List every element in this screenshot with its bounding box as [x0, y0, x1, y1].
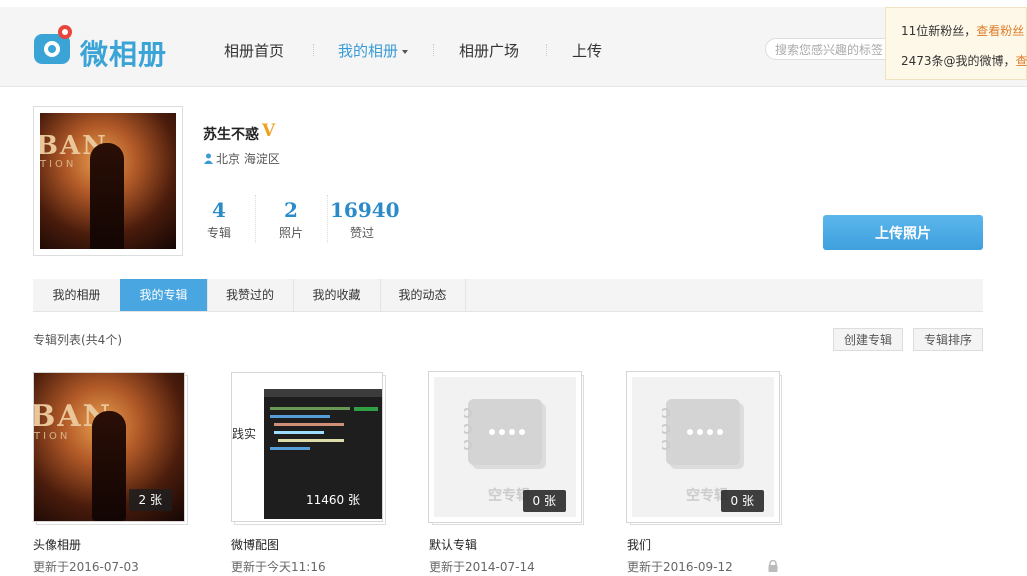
cover-poster-subtitle: TION: [34, 431, 71, 442]
album-date: 更新于2014-07-14: [429, 560, 535, 574]
album-cover: 践实 11460 张: [231, 372, 383, 522]
poster-figure: [90, 143, 124, 249]
album-date: 更新于2016-09-12: [627, 560, 733, 574]
cover-text: 践实: [232, 427, 257, 441]
nav-separator: [313, 44, 315, 56]
stat-likes[interactable]: 16940 赞过: [330, 198, 400, 241]
tab-favorites[interactable]: 我的收藏: [293, 279, 381, 311]
album-cover: BAN TION 2 张: [33, 372, 185, 522]
stat-albums[interactable]: 4 专辑: [200, 198, 238, 241]
nav-album-square[interactable]: 相册广场: [459, 40, 519, 61]
top-strip: [0, 0, 1027, 7]
tab-my-albums[interactable]: 我的相册: [33, 279, 121, 311]
notify-mentions: 2473条@我的微博，查看: [901, 52, 1027, 69]
upload-photo-button[interactable]: 上传照片: [823, 215, 983, 250]
nav-separator: [546, 44, 548, 56]
nav-upload[interactable]: 上传: [572, 40, 602, 61]
stat-likes-label: 赞过: [349, 226, 374, 240]
sort-albums-button[interactable]: 专辑排序: [913, 328, 983, 351]
tab-liked[interactable]: 我赞过的: [207, 279, 294, 311]
avatar-image: BAN TION: [40, 113, 176, 249]
album-card[interactable]: 空专辑 0 张: [428, 371, 585, 525]
album-name[interactable]: 默认专辑: [429, 536, 477, 553]
album-list-title: 专辑列表(共4个): [33, 333, 122, 347]
verified-badge-icon: V: [262, 121, 276, 141]
tab-my-collections[interactable]: 我的专辑: [120, 279, 208, 311]
stat-albums-num: 4: [212, 198, 226, 222]
album-name[interactable]: 头像相册: [33, 536, 81, 553]
poster-figure: [92, 411, 126, 521]
avatar[interactable]: BAN TION: [33, 106, 183, 256]
photo-count-badge: 11460 张: [296, 489, 370, 511]
notify-fans-text: 11位新粉丝，: [901, 24, 977, 38]
create-album-button[interactable]: 创建专辑: [833, 328, 903, 351]
nav-my-albums[interactable]: 我的相册: [338, 40, 409, 61]
chevron-down-icon: [402, 49, 409, 54]
person-icon: [204, 153, 213, 164]
stat-photos-label: 照片: [278, 226, 303, 240]
album-date: 更新于今天11:16: [231, 560, 326, 574]
photo-count-badge: 0 张: [522, 490, 566, 512]
notify-mentions-text: 2473条@我的微博，: [901, 54, 1016, 68]
album-cover: 空专辑 0 张: [428, 371, 582, 523]
nav-separator: [433, 44, 435, 56]
lock-icon: [768, 560, 778, 572]
stat-photos[interactable]: 2 照片: [272, 198, 310, 241]
tab-bar: 我的相册 我的专辑 我赞过的 我的收藏 我的动态: [33, 279, 983, 312]
notification-panel: 11位新粉丝，查看粉丝 2473条@我的微博，查看: [885, 7, 1027, 80]
photo-count-badge: 0 张: [720, 490, 764, 512]
album-card[interactable]: BAN TION 2 张: [33, 372, 189, 525]
album-cover: 空专辑 0 张: [626, 371, 780, 523]
stat-separator: [255, 195, 257, 243]
notify-fans: 11位新粉丝，查看粉丝: [901, 22, 1024, 39]
tab-activity[interactable]: 我的动态: [380, 279, 466, 311]
location-text: 北京 海淀区: [216, 152, 280, 166]
photo-count-badge: 2 张: [128, 489, 172, 511]
album-card[interactable]: 空专辑 0 张: [626, 371, 783, 525]
stat-photos-num: 2: [284, 198, 298, 222]
album-name[interactable]: 微博配图: [231, 536, 279, 553]
stat-separator: [327, 195, 329, 243]
logo-text[interactable]: 微相册: [80, 33, 167, 73]
poster-subtitle: TION: [40, 159, 77, 170]
nav-home[interactable]: 相册首页: [224, 40, 284, 61]
nav-my-albums-label: 我的相册: [338, 42, 399, 60]
empty-album-icon: [662, 399, 744, 469]
user-location: 北京 海淀区: [204, 150, 280, 167]
stat-likes-num: 16940: [330, 198, 400, 222]
album-card[interactable]: 践实 11460 张: [231, 372, 387, 525]
album-date: 更新于2016-07-03: [33, 560, 139, 574]
view-mentions-link[interactable]: 查看: [1016, 54, 1027, 68]
album-name[interactable]: 我们: [627, 536, 651, 553]
empty-album-icon: [464, 399, 546, 469]
user-name[interactable]: 苏生不惑: [203, 124, 259, 144]
stat-albums-label: 专辑: [206, 226, 231, 240]
view-fans-link[interactable]: 查看粉丝: [976, 24, 1024, 38]
